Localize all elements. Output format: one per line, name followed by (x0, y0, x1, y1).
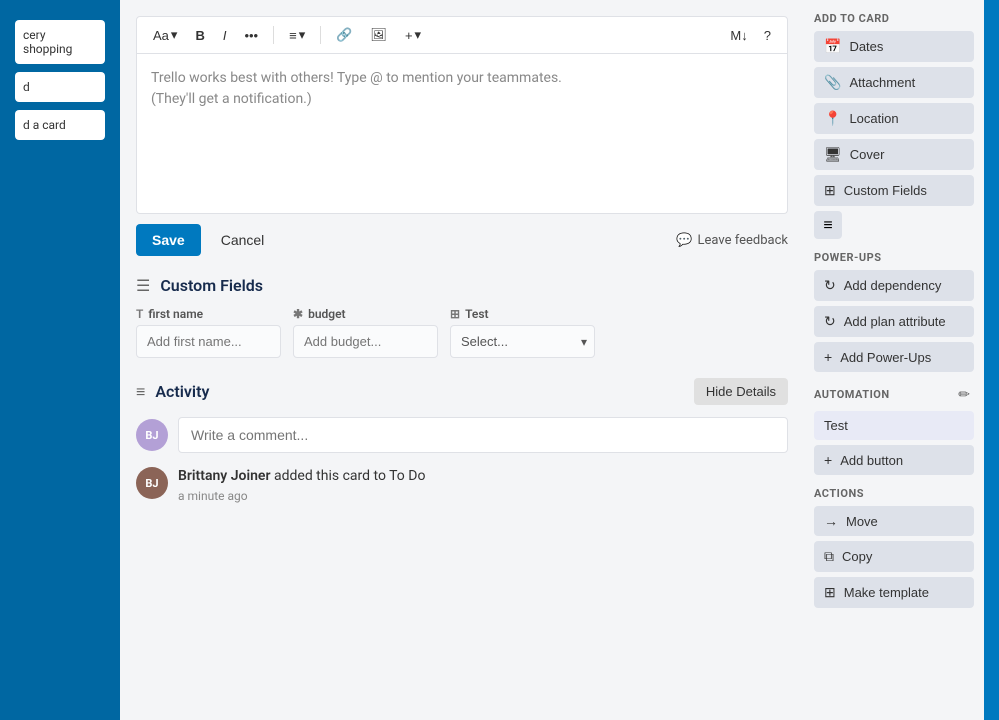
firstname-input[interactable] (136, 325, 281, 358)
make-template-button[interactable]: ⊞ Make template (814, 577, 974, 608)
left-panel: cery shopping d d a card (0, 0, 120, 720)
plan-icon: ↻ (824, 313, 836, 330)
move-icon: → (824, 513, 838, 529)
card-main: Aa ▾ B I ••• ≡ ▾ 🔗 🖼 (120, 0, 804, 720)
field-type-icon-select: ⊞ (450, 307, 460, 321)
add-to-card-label: Add to card (814, 12, 974, 25)
test-select[interactable]: Select... (450, 325, 595, 358)
icon-badge-button[interactable]: ≡ (814, 211, 842, 239)
add-plan-attribute-button[interactable]: ↻ Add plan attribute (814, 306, 974, 337)
copy-icon: ⧉ (824, 548, 834, 565)
cancel-button[interactable]: Cancel (211, 224, 275, 256)
toolbar-right: M↓ ? (724, 24, 777, 47)
automation-label: Automation (814, 388, 890, 401)
link-button[interactable]: 🔗 (330, 23, 358, 47)
template-icon: ⊞ (824, 584, 836, 601)
move-button[interactable]: → Move (814, 506, 974, 536)
more-formatting-button[interactable]: ••• (238, 24, 264, 47)
font-button[interactable]: Aa ▾ (147, 23, 183, 47)
automation-edit-button[interactable]: ✏ (954, 384, 974, 405)
custom-fields-row: T first name ✱ budget ⊞ Test (136, 307, 788, 358)
activity-icon: ≡ (136, 382, 145, 402)
help-button[interactable]: ? (758, 24, 777, 47)
cover-icon: 🖥 (824, 146, 842, 163)
image-button[interactable]: 🖼 (364, 23, 393, 47)
activity-header: ≡ Activity Hide Details (136, 378, 788, 405)
sidebar-dates-button[interactable]: 📅 Dates (814, 31, 974, 62)
list-item: cery shopping (15, 20, 105, 64)
toolbar-divider (273, 26, 274, 44)
custom-field-firstname: T first name (136, 307, 281, 358)
add-button-button[interactable]: + Add button (814, 445, 974, 475)
activity-title-group: ≡ Activity (136, 382, 209, 402)
sidebar-cover-button[interactable]: 🖥 Cover (814, 139, 974, 170)
edit-icon: ✏ (958, 386, 970, 402)
sidebar-attachment-button[interactable]: 📎 Attachment (814, 67, 974, 98)
dependency-icon: ↻ (824, 277, 836, 294)
budget-input[interactable] (293, 325, 438, 358)
icon-badge-icon: ≡ (823, 215, 832, 235)
list-item: d (15, 72, 105, 102)
custom-fields-title: Custom Fields (160, 276, 263, 295)
field-label-budget: ✱ budget (293, 307, 438, 321)
field-type-icon-text: T (136, 307, 143, 321)
activity-item: BJ Brittany Joiner added this card to To… (136, 467, 788, 503)
card-sidebar: Add to card 📅 Dates 📎 Attachment 📍 Locat… (804, 0, 984, 720)
markdown-button[interactable]: M↓ (724, 24, 753, 47)
add-power-ups-button[interactable]: + Add Power-Ups (814, 342, 974, 372)
custom-fields-header: ☰ Custom Fields (136, 276, 788, 295)
custom-fields-icon: ☰ (136, 276, 150, 295)
current-user-avatar: BJ (136, 419, 168, 451)
custom-field-budget: ✱ budget (293, 307, 438, 358)
activity-title: Activity (155, 382, 209, 401)
sidebar-location-button[interactable]: 📍 Location (814, 103, 974, 134)
editor-actions: Save Cancel 💬 Leave feedback (136, 224, 788, 256)
actions-label: Actions (814, 487, 974, 500)
activity-time: a minute ago (178, 489, 425, 503)
custom-field-test: ⊞ Test Select... ▾ (450, 307, 595, 358)
activity-user-avatar: BJ (136, 467, 168, 499)
power-ups-label: Power-Ups (814, 251, 974, 264)
add-dependency-button[interactable]: ↻ Add dependency (814, 270, 974, 301)
editor-hint: Trello works best with others! Type @ to… (151, 68, 773, 110)
italic-button[interactable]: I (217, 24, 233, 47)
custom-fields-sidebar-icon: ⊞ (824, 182, 836, 199)
bold-button[interactable]: B (189, 24, 210, 47)
field-label-test: ⊞ Test (450, 307, 595, 321)
modal-area: Aa ▾ B I ••• ≡ ▾ 🔗 🖼 (120, 0, 984, 720)
editor-toolbar: Aa ▾ B I ••• ≡ ▾ 🔗 🖼 (136, 16, 788, 54)
dates-icon: 📅 (824, 38, 841, 55)
toolbar-divider-2 (320, 26, 321, 44)
attachment-icon: 📎 (824, 74, 841, 91)
sidebar-custom-fields-button[interactable]: ⊞ Custom Fields (814, 175, 974, 206)
list-item: d a card (15, 110, 105, 140)
automation-test-button[interactable]: Test (814, 411, 974, 440)
activity-text: Brittany Joiner added this card to To Do (178, 467, 425, 487)
feedback-icon: 💬 (676, 233, 692, 248)
comment-row: BJ (136, 417, 788, 453)
leave-feedback-link[interactable]: 💬 Leave feedback (676, 233, 788, 248)
copy-button[interactable]: ⧉ Copy (814, 541, 974, 572)
editor-area[interactable]: Trello works best with others! Type @ to… (136, 54, 788, 214)
field-type-icon-number: ✱ (293, 307, 303, 321)
activity-item-content: Brittany Joiner added this card to To Do… (178, 467, 425, 503)
comment-input[interactable] (178, 417, 788, 453)
add-button-icon: + (824, 452, 832, 468)
add-powerups-icon: + (824, 349, 832, 365)
automation-section-row: Automation ✏ (814, 384, 974, 405)
hide-details-button[interactable]: Hide Details (694, 378, 788, 405)
save-button[interactable]: Save (136, 224, 201, 256)
insert-button[interactable]: + ▾ (399, 23, 427, 47)
list-button[interactable]: ≡ ▾ (283, 23, 311, 47)
field-label-firstname: T first name (136, 307, 281, 321)
location-icon: 📍 (824, 110, 841, 127)
test-select-wrapper: Select... ▾ (450, 325, 595, 358)
